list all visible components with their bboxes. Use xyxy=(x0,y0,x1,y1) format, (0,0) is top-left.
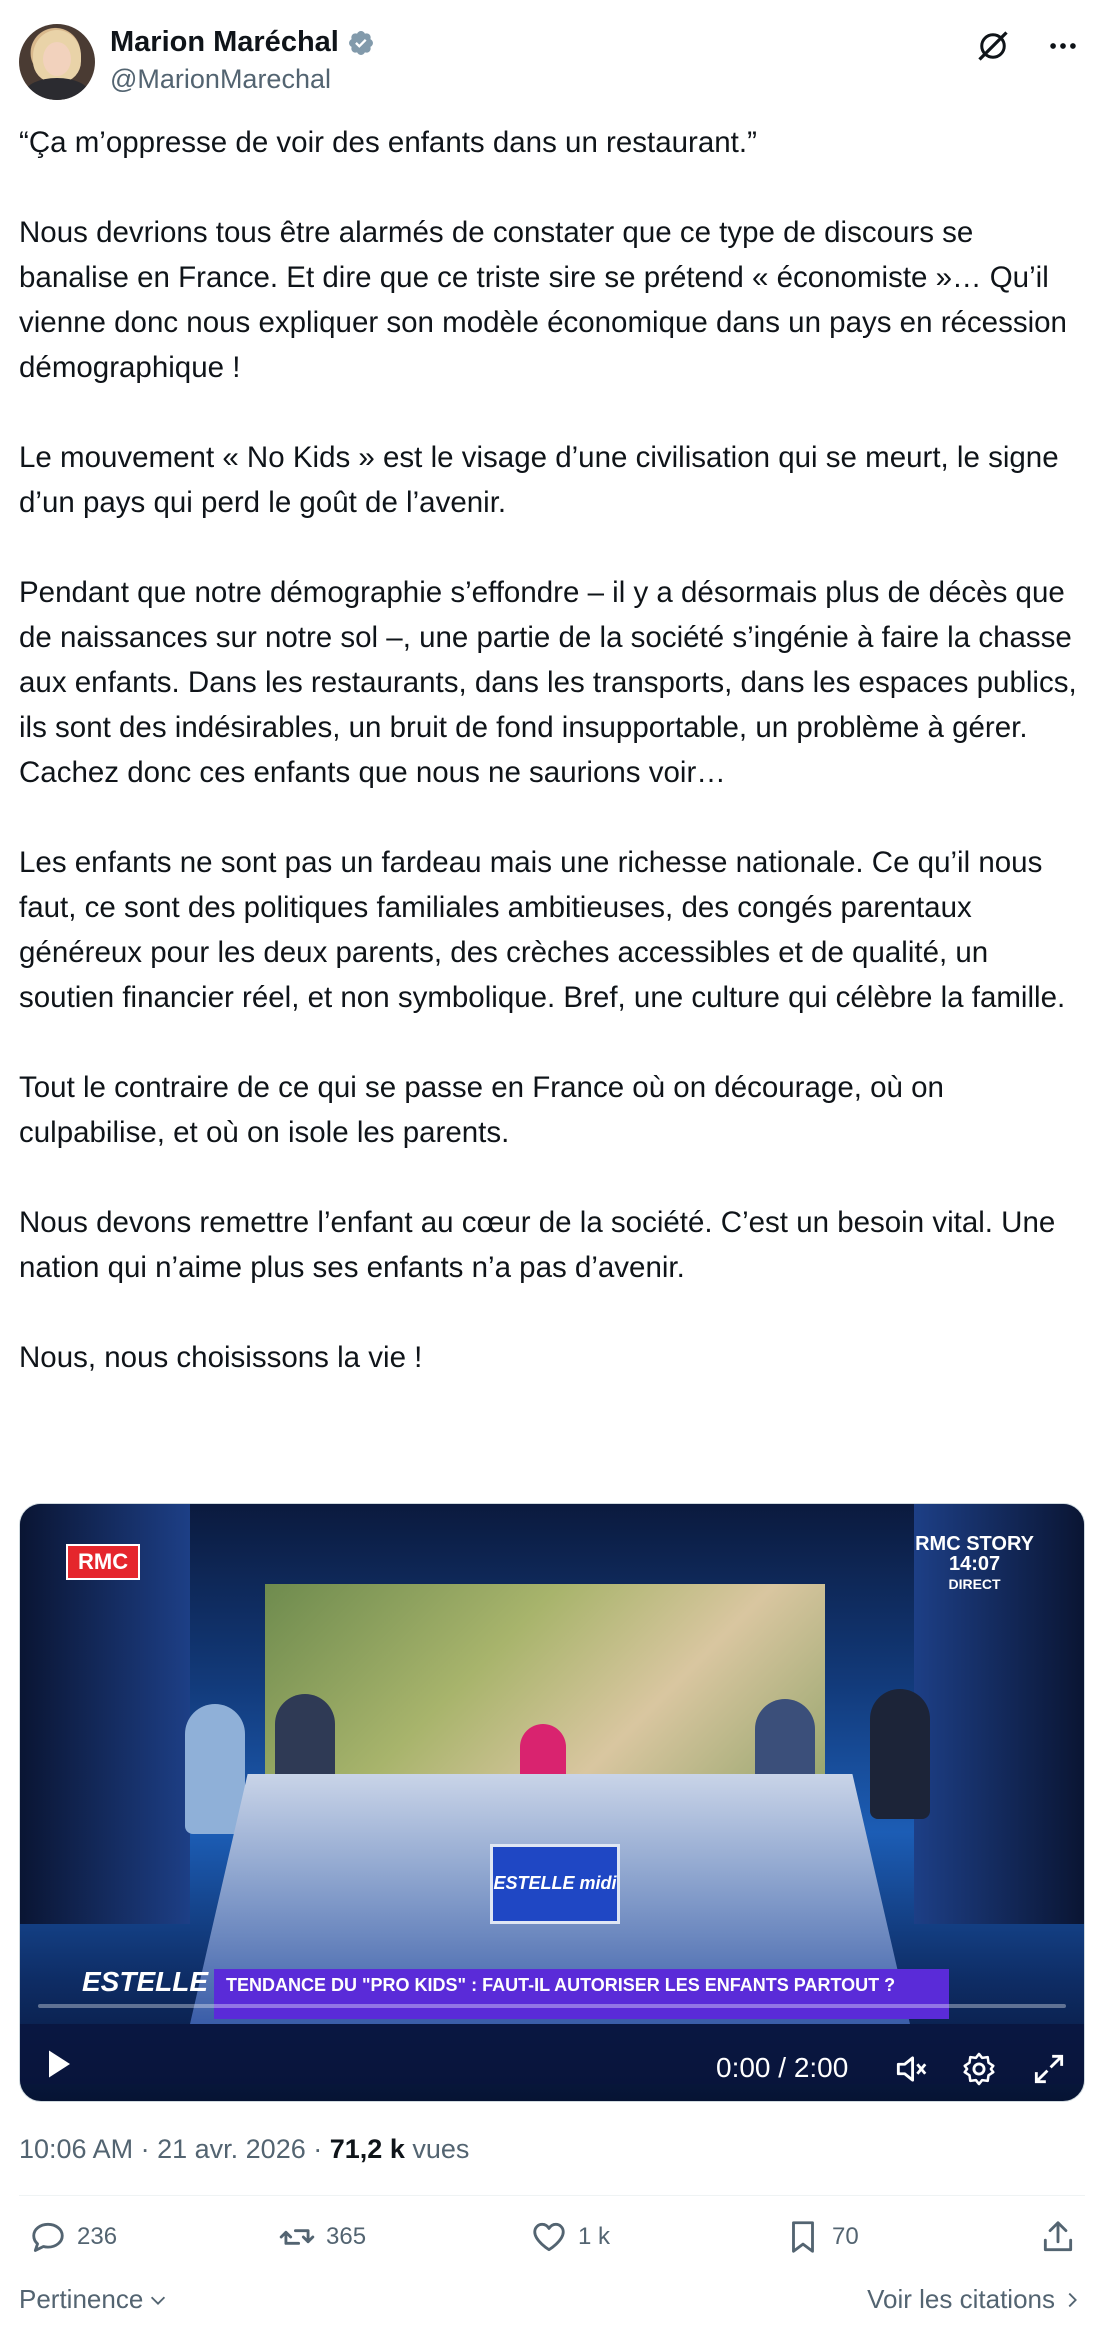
author-display-name[interactable]: Marion Maréchal xyxy=(110,26,339,59)
grok-icon[interactable] xyxy=(973,26,1013,66)
video-progress-bar[interactable] xyxy=(38,2004,1066,2008)
like-button[interactable]: 1 k xyxy=(530,2218,610,2256)
tweet-text: “Ça m’oppresse de voir des enfants dans … xyxy=(19,126,1077,1374)
repost-button[interactable]: 365 xyxy=(278,2218,366,2256)
avatar-shoulder xyxy=(25,78,89,100)
tweet-time[interactable]: 10:06 AM xyxy=(19,2134,133,2164)
live-label: DIRECT xyxy=(948,1576,1001,1592)
tweet-meta: 10:06 AM · 21 avr. 2026 · 71,2 k vues xyxy=(19,2134,469,2165)
video-person xyxy=(185,1704,245,1834)
fullscreen-icon[interactable] xyxy=(1030,2050,1068,2088)
video-time: 0:00 / 2:00 xyxy=(716,2052,849,2083)
sort-label: Pertinence xyxy=(19,2284,144,2314)
avatar[interactable] xyxy=(19,24,95,100)
video-banner: TENDANCE DU "PRO KIDS" : FAUT-IL AUTORIS… xyxy=(214,1969,949,2019)
volume-icon[interactable] xyxy=(892,2050,930,2088)
author-handle[interactable]: @MarionMarechal xyxy=(110,64,331,95)
tweet-header: Marion Maréchal @MarionMarechal xyxy=(19,22,1083,102)
chevron-right-icon xyxy=(1068,2292,1077,2307)
views-label: vues xyxy=(412,2134,470,2164)
like-count: 1 k xyxy=(578,2223,611,2250)
reply-icon xyxy=(32,2222,64,2252)
bookmark-button[interactable]: 70 xyxy=(784,2218,859,2256)
bookmark-icon xyxy=(792,2221,814,2253)
repost-icon xyxy=(279,2229,315,2245)
video-person xyxy=(870,1689,930,1819)
channel-story-name: RMC STORY xyxy=(915,1533,1034,1555)
sort-dropdown[interactable]: Pertinence xyxy=(19,2284,169,2315)
more-icon[interactable] xyxy=(1043,26,1083,66)
reply-count: 236 xyxy=(77,2223,118,2250)
channel-logo: RMC xyxy=(66,1544,141,1580)
author-name-row[interactable]: Marion Maréchal xyxy=(110,26,375,59)
chevron-down-icon xyxy=(151,2296,166,2305)
settings-icon[interactable] xyxy=(960,2050,998,2088)
view-quotes-link[interactable]: Voir les citations xyxy=(867,2284,1083,2315)
divider xyxy=(19,2195,1085,2196)
channel-story-logo: RMC STORY 14:07 DIRECT xyxy=(915,1534,1034,1594)
desk-screen: ESTELLE midi xyxy=(490,1844,620,1924)
video-player[interactable]: ESTELLE midi RMC RMC STORY 14:07 DIRECT … xyxy=(19,1503,1085,2102)
share-button[interactable] xyxy=(1039,2218,1077,2256)
reply-button[interactable]: 236 xyxy=(29,2218,117,2256)
verified-badge-icon xyxy=(347,29,375,57)
channel-clock: 14:07 xyxy=(948,1553,1001,1575)
tweet-date[interactable]: 21 avr. 2026 xyxy=(157,2134,306,2164)
header-actions xyxy=(973,26,1083,66)
tweet-actions: 236 365 1 k 70 xyxy=(19,2218,1085,2268)
bookmark-count: 70 xyxy=(832,2223,859,2250)
meta-separator: · xyxy=(313,2134,323,2164)
views-count: 71,2 k xyxy=(329,2134,405,2164)
heart-icon xyxy=(533,2222,565,2252)
view-quotes-label: Voir les citations xyxy=(867,2284,1055,2314)
avatar-face xyxy=(43,42,71,76)
meta-separator: · xyxy=(140,2134,150,2164)
desk-logo: ESTELLE midi xyxy=(493,1873,617,1893)
share-icon xyxy=(1043,2221,1073,2252)
repost-count: 365 xyxy=(326,2223,367,2250)
play-icon[interactable] xyxy=(40,2046,76,2082)
